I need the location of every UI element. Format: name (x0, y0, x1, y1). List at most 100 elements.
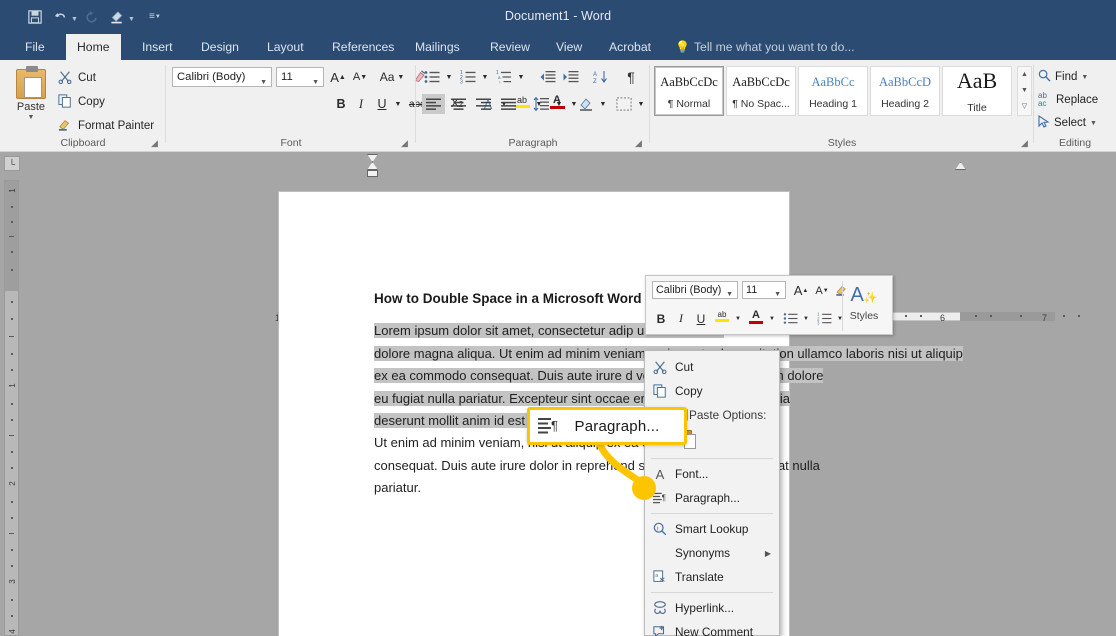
style-no-spacing[interactable]: AaBbCcDc ¶ No Spac... (726, 66, 796, 116)
chevron-down-icon[interactable]: ▼ (774, 287, 781, 303)
font-size-combobox[interactable]: 11 ▼ (276, 67, 324, 87)
chevron-down-icon[interactable]: ▼ (312, 74, 319, 92)
mini-shrink-font-button[interactable]: A ▼ (812, 281, 832, 300)
hyperlink-icon (652, 600, 668, 616)
replace-button[interactable]: ab ac Replace (1038, 89, 1098, 111)
numbering-caret-icon[interactable]: ▼ (479, 67, 491, 87)
mini-bullets-button[interactable] (780, 309, 800, 328)
justify-button[interactable] (497, 94, 520, 114)
borders-button[interactable] (614, 94, 634, 114)
style-heading-1[interactable]: AaBbCc Heading 1 (798, 66, 868, 116)
tab-design[interactable]: Design (190, 34, 250, 60)
tab-acrobat[interactable]: Acrobat (598, 34, 662, 60)
style-heading-2[interactable]: AaBbCcD Heading 2 (870, 66, 940, 116)
align-center-button[interactable] (447, 94, 470, 114)
shading-caret-icon[interactable]: ▼ (597, 94, 609, 114)
context-menu-item-copy[interactable]: Copy (645, 379, 779, 403)
mini-grow-font-button[interactable]: A ▲ (791, 281, 811, 300)
copy-button[interactable]: Copy (58, 91, 105, 112)
italic-button[interactable]: I (352, 94, 370, 114)
context-menu-item-translate[interactable]: a Translate (645, 565, 779, 589)
shading-button[interactable] (576, 94, 596, 114)
context-menu-item-synonyms[interactable]: Synonyms ▶ (645, 541, 779, 565)
mini-styles-button[interactable]: A✨ Styles (840, 280, 888, 330)
underline-dropdown-caret-icon[interactable]: ▼ (392, 94, 404, 114)
horizontal-ruler[interactable]: 1 1 2 3 4 5 6 7 (0, 152, 1116, 323)
show-formatting-marks-button[interactable]: ¶ (621, 67, 641, 87)
tab-layout[interactable]: Layout (256, 34, 315, 60)
font-dialog-launcher[interactable]: ◢ (399, 138, 410, 149)
mini-numbering-button[interactable]: 123 (814, 309, 834, 328)
bullets-caret-icon[interactable]: ▼ (443, 67, 455, 87)
clipboard-dialog-launcher[interactable]: ◢ (149, 138, 160, 149)
sort-button[interactable]: AZ (591, 67, 611, 87)
mini-italic-button[interactable]: I (672, 309, 690, 328)
mini-underline-button[interactable]: U (692, 309, 710, 328)
tab-file[interactable]: File (14, 34, 56, 60)
chevron-down-icon[interactable]: ▼ (260, 74, 267, 92)
line-and-paragraph-spacing-button[interactable] (530, 94, 552, 114)
align-left-button[interactable] (422, 94, 445, 114)
decrease-indent-button[interactable] (536, 67, 558, 87)
align-right-button[interactable] (472, 94, 495, 114)
shrink-font-button[interactable]: A ▼ (350, 67, 370, 87)
tell-me-search[interactable]: 💡 Tell me what you want to do... (675, 34, 855, 60)
context-menu-item-paragraph[interactable]: ¶ Paragraph... (645, 486, 779, 510)
increase-indent-button[interactable] (559, 67, 581, 87)
bold-button[interactable]: B (332, 94, 350, 114)
paste-dropdown-caret-icon[interactable]: ▼ (6, 114, 56, 121)
tab-stop-selector[interactable]: └ (4, 156, 20, 171)
styles-scroll-down-icon[interactable]: ▼ (1018, 83, 1031, 99)
style-title[interactable]: AaB Title (942, 66, 1012, 116)
tab-mailings[interactable]: Mailings (404, 34, 471, 60)
context-menu-item-cut[interactable]: Cut (645, 355, 779, 379)
select-button[interactable]: Select ▼ (1038, 112, 1097, 134)
tab-insert[interactable]: Insert (131, 34, 183, 60)
styles-dialog-launcher[interactable]: ◢ (1019, 138, 1030, 149)
mini-numbering-caret-icon[interactable]: ▼ (834, 309, 846, 328)
numbering-button[interactable]: 123 (458, 67, 478, 87)
mini-text-highlight-color-button[interactable]: ab (712, 307, 732, 326)
paragraph-dialog-launcher[interactable]: ◢ (633, 138, 644, 149)
styles-scroll-up-icon[interactable]: ▲ (1018, 67, 1031, 83)
mini-font-size-combobox[interactable]: 11 ▼ (742, 281, 786, 299)
grow-font-button[interactable]: A ▲ (328, 67, 348, 87)
bullets-button[interactable] (422, 67, 442, 87)
mini-highlight-caret-icon[interactable]: ▼ (732, 309, 744, 328)
find-caret-icon[interactable]: ▼ (1081, 74, 1088, 81)
styles-more-icon[interactable]: ▽ (1018, 99, 1031, 115)
find-button[interactable]: Find ▼ (1038, 66, 1088, 88)
change-case-button[interactable]: Aa ▼ (377, 67, 407, 87)
style-normal[interactable]: AaBbCcDc ¶ Normal (654, 66, 724, 116)
chevron-down-icon[interactable]: ▼ (726, 287, 733, 303)
context-menu-separator (651, 592, 773, 593)
multilevel-list-button[interactable]: 1ai (494, 67, 514, 87)
style-name: Title (967, 102, 987, 114)
font-name-value: Calibri (Body) (177, 71, 246, 83)
context-menu-item-hyperlink[interactable]: Hyperlink... (645, 596, 779, 620)
line-spacing-caret-icon[interactable]: ▼ (553, 94, 565, 114)
select-caret-icon[interactable]: ▼ (1090, 120, 1097, 127)
paste-button[interactable]: Paste ▼ (6, 66, 56, 136)
tab-references[interactable]: References (321, 34, 405, 60)
tab-home[interactable]: Home (66, 34, 121, 60)
borders-caret-icon[interactable]: ▼ (635, 94, 647, 114)
tab-view[interactable]: View (545, 34, 593, 60)
cut-button[interactable]: Cut (58, 67, 96, 88)
font-name-combobox[interactable]: Calibri (Body) ▼ (172, 67, 272, 87)
mini-font-color-caret-icon[interactable]: ▼ (766, 309, 778, 328)
context-menu-item-new-comment[interactable]: New Comment (645, 620, 779, 636)
context-menu-item-smart-lookup[interactable]: i Smart Lookup (645, 517, 779, 541)
multilevel-list-caret-icon[interactable]: ▼ (515, 67, 527, 87)
left-indent-marker[interactable] (367, 170, 378, 177)
tab-review[interactable]: Review (479, 34, 541, 60)
context-menu-item-font[interactable]: A Font... (645, 462, 779, 486)
mini-bullets-caret-icon[interactable]: ▼ (800, 309, 812, 328)
underline-button[interactable]: U (373, 94, 391, 114)
mini-bold-button[interactable]: B (652, 309, 670, 328)
styles-gallery-scroll[interactable]: ▲ ▼ ▽ (1017, 66, 1032, 116)
format-painter-button[interactable]: Format Painter (58, 115, 154, 136)
mini-font-color-button[interactable]: A (746, 307, 766, 326)
mini-font-name-combobox[interactable]: Calibri (Body) ▼ (652, 281, 738, 299)
vertical-ruler[interactable]: 1 1 2 3 4 (4, 180, 19, 636)
